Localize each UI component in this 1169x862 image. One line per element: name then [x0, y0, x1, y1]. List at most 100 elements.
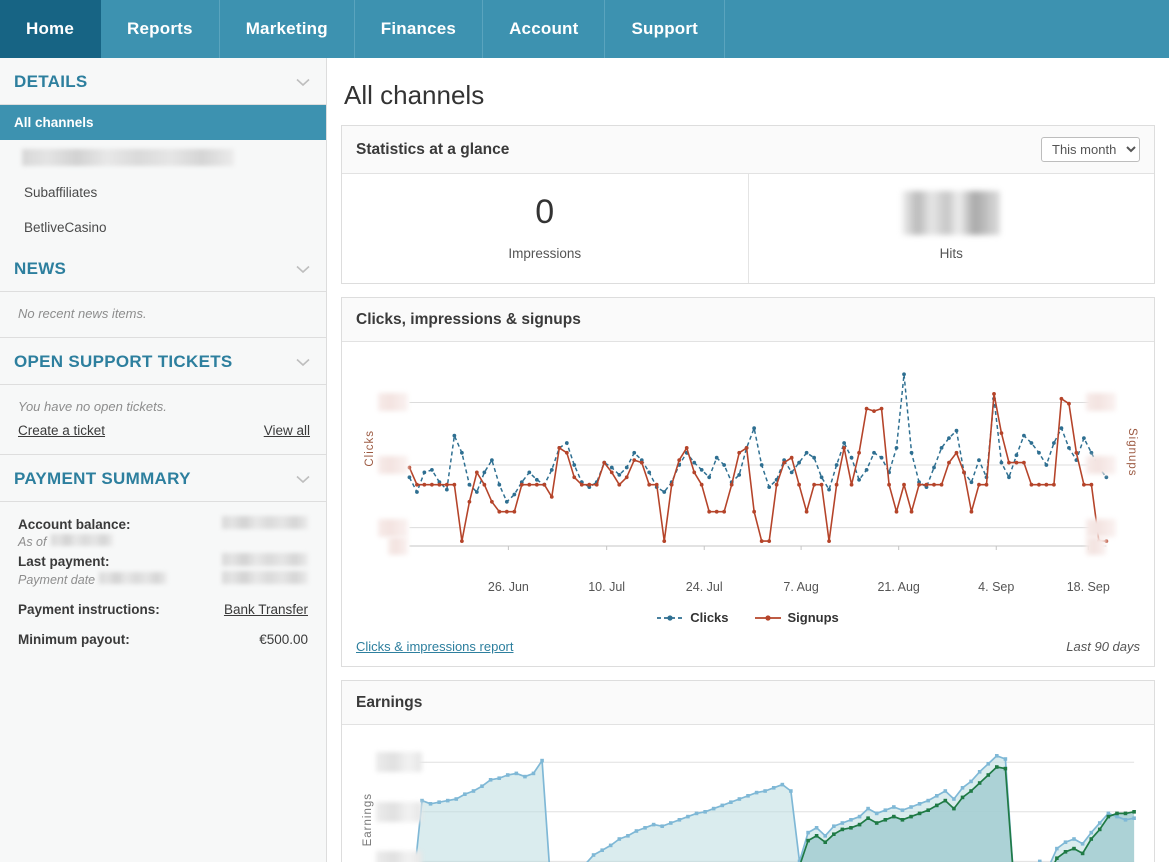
sidebar-item-redacted[interactable] [0, 140, 326, 175]
legend-label: Clicks [690, 610, 728, 625]
nav-tab-label: Support [631, 19, 698, 39]
main-content: All channels Statistics at a glance This… [327, 58, 1169, 862]
sidebar-item-subaffiliates[interactable]: Subaffiliates [0, 175, 326, 210]
tickets-links: Create a ticket View all [18, 423, 310, 438]
chevron-down-icon[interactable] [296, 358, 310, 367]
payment-date-value-redacted [99, 572, 167, 584]
x-tick-label: 24. Jul [686, 580, 723, 594]
sidebar-item-label: All channels [14, 115, 94, 130]
x-tick-label: 26. Jun [488, 580, 529, 594]
sidebar-item-betlivecasino[interactable]: BetliveCasino [0, 210, 326, 245]
sidebar-item-label: Subaffiliates [24, 185, 97, 200]
sidebar-section-details-header[interactable]: DETAILS [0, 58, 326, 105]
clicks-chart-body: Clicks Signups 26. Jun 10. Jul 24. Jul 7. A… [342, 342, 1154, 631]
create-ticket-link[interactable]: Create a ticket [18, 423, 105, 438]
legend-swatch-icon [755, 613, 781, 623]
earnings-y-axis-title: Earnings [362, 793, 374, 846]
main-navigation: Home ReportsMarketing Finances Account Suppo… [0, 0, 1169, 58]
nav-tab-label: Finances [381, 19, 456, 39]
y-tick-redacted [378, 456, 408, 474]
sidebar-section-details-title: DETAILS [14, 72, 88, 92]
sidebar-news-body: No recent news items. [0, 292, 326, 338]
earnings-chart-plot-area: Earnings [352, 731, 1144, 862]
stat-value [759, 192, 1145, 234]
view-all-tickets-link[interactable]: View all [264, 423, 310, 438]
x-tick-label: 21. Aug [877, 580, 919, 594]
sidebar-section-news-header[interactable]: NEWS [0, 245, 326, 292]
earnings-chart-title: Earnings [356, 694, 422, 712]
account-balance-value-redacted [222, 516, 308, 529]
nav-tab-support[interactable]: Support [605, 0, 725, 58]
redacted-channel-name [22, 149, 234, 166]
page-title: All channels [344, 80, 1155, 111]
y-tick-redacted [1086, 393, 1116, 411]
page-layout: DETAILS All channels Subaffiliates Betlive… [0, 58, 1169, 862]
sidebar-section-tickets-header[interactable]: OPEN SUPPORT TICKETS [0, 338, 326, 385]
stat-cell-impressions: 0 Impressions [342, 174, 748, 283]
nav-tab-account[interactable]: Account [483, 0, 605, 58]
sidebar-item-all-channels[interactable]: All channels [0, 105, 326, 140]
as-of-label: As of [18, 535, 47, 549]
y-tick-redacted [1086, 537, 1106, 555]
period-select[interactable]: This monthLast monthThis yearToday [1041, 137, 1140, 162]
earnings-chart-header: Earnings [342, 681, 1154, 725]
account-balance-row: Account balance: [18, 516, 308, 532]
news-empty-text: No recent news items. [18, 306, 310, 321]
legend-item-clicks[interactable]: Clicks [657, 610, 728, 625]
tickets-empty-text: You have no open tickets. [18, 399, 310, 414]
stat-label: Impressions [352, 246, 738, 261]
minimum-payout-value: €500.00 [259, 632, 308, 647]
earnings-chart-svg [352, 731, 1144, 862]
payment-spacer [18, 589, 308, 602]
clicks-chart-footer: Clicks & impressions report Last 90 days [342, 631, 1154, 666]
statistics-card: Statistics at a glance This monthLast mo… [341, 125, 1155, 284]
legend-swatch-icon [657, 613, 683, 623]
stat-value: 0 [352, 192, 738, 234]
y-tick-redacted [1086, 519, 1116, 537]
clicks-chart-card: Clicks, impressions & signups Clicks Sig… [341, 297, 1155, 667]
earnings-chart-card: Earnings Earnings [341, 680, 1155, 862]
payment-date-row: Payment date [18, 571, 308, 587]
x-tick-label: 10. Jul [588, 580, 625, 594]
x-tick-label: 4. Sep [978, 580, 1014, 594]
x-tick-label: 7. Aug [783, 580, 818, 594]
clicks-impressions-report-link[interactable]: Clicks & impressions report [356, 639, 514, 654]
payment-instructions-label: Payment instructions: [18, 602, 160, 617]
account-balance-label: Account balance: [18, 517, 131, 532]
chevron-down-icon[interactable] [296, 475, 310, 484]
y-tick-redacted [376, 752, 422, 772]
nav-tab-label: Home [26, 19, 74, 39]
stat-label: Hits [759, 246, 1145, 261]
chevron-down-icon[interactable] [296, 78, 310, 87]
payment-summary-body: Account balance: As of Last payment: Pay… [0, 502, 326, 665]
clicks-chart-legend: Clicks Signups [352, 598, 1144, 631]
nav-tab-home[interactable]: Home [0, 0, 101, 58]
nav-filler [725, 0, 1169, 58]
payment-instructions-row: Payment instructions: Bank Transfer [18, 602, 308, 617]
statistics-card-header: Statistics at a glance This monthLast mo… [342, 126, 1154, 174]
clicks-chart-plot-area: Clicks Signups [352, 348, 1144, 576]
sidebar-details-items: All channels Subaffiliates BetliveCasino [0, 105, 326, 245]
statistics-card-title: Statistics at a glance [356, 141, 509, 159]
clicks-x-axis-labels: 26. Jun 10. Jul 24. Jul 7. Aug 21. Aug 4. Sep… [352, 580, 1144, 598]
last-payment-row: Last payment: [18, 553, 308, 569]
sidebar-section-news-title: NEWS [14, 259, 66, 279]
sidebar-section-payment-header[interactable]: PAYMENT SUMMARY [0, 455, 326, 502]
redacted-hits-value [902, 191, 1000, 235]
minimum-payout-label: Minimum payout: [18, 632, 130, 647]
signups-y-axis-title: Signups [1126, 428, 1138, 477]
nav-tab-reports[interactable]: Reports [101, 0, 220, 58]
legend-label: Signups [788, 610, 839, 625]
chevron-down-icon[interactable] [296, 265, 310, 274]
nav-tab-finances[interactable]: Finances [355, 0, 483, 58]
x-tick-label: 18. Sep [1067, 580, 1110, 594]
statistics-cells: 0 Impressions Hits [342, 174, 1154, 283]
nav-tab-marketing[interactable]: Marketing [220, 0, 355, 58]
last-payment-label: Last payment: [18, 554, 110, 569]
y-tick-redacted [378, 393, 408, 411]
clicks-range-note: Last 90 days [1066, 639, 1140, 654]
payment-instructions-value[interactable]: Bank Transfer [224, 602, 308, 617]
stat-cell-hits: Hits [748, 174, 1155, 283]
clicks-chart-title: Clicks, impressions & signups [356, 311, 581, 329]
legend-item-signups[interactable]: Signups [755, 610, 839, 625]
